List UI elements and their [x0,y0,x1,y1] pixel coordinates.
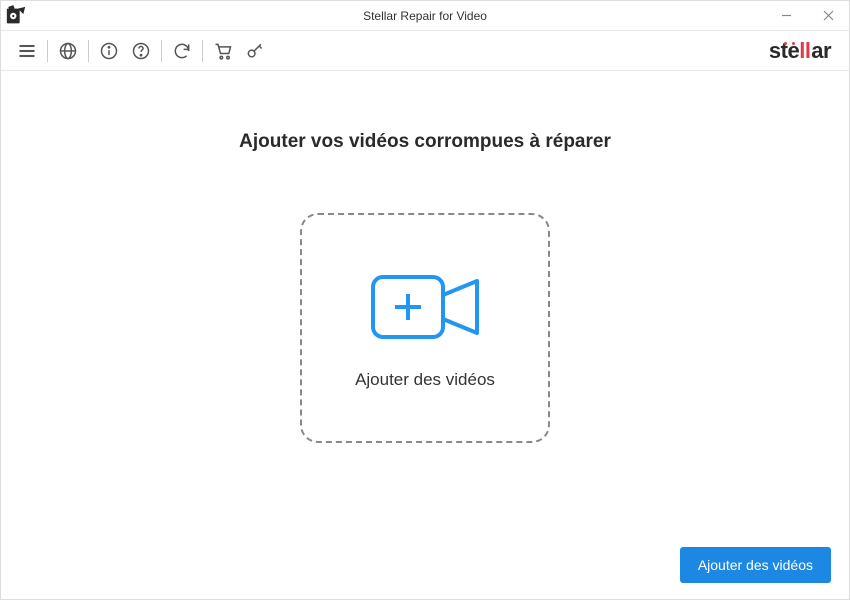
divider [88,40,89,62]
menu-icon[interactable] [11,31,43,71]
divider [161,40,162,62]
info-icon[interactable] [93,31,125,71]
key-icon[interactable] [239,31,271,71]
window-controls [765,1,849,30]
window-title: Stellar Repair for Video [363,9,487,23]
page-heading: Ajouter vos vidéos corrompues à réparer [239,131,611,153]
add-video-dropzone[interactable]: Ajouter des vidéos [300,213,550,443]
app-icon [1,1,31,31]
brand-text-2: ll [799,38,810,63]
globe-icon[interactable] [52,31,84,71]
close-button[interactable] [807,1,849,30]
help-icon[interactable] [125,31,157,71]
video-camera-plus-icon [365,267,485,352]
brand-text-3: ar [811,38,831,63]
brand-logo: stellar [769,38,839,64]
minimize-button[interactable] [765,1,807,30]
divider [47,40,48,62]
cart-icon[interactable] [207,31,239,71]
dropzone-label: Ajouter des vidéos [355,370,495,390]
divider [202,40,203,62]
add-videos-button[interactable]: Ajouter des vidéos [680,547,831,583]
refresh-icon[interactable] [166,31,198,71]
toolbar: stellar [1,31,849,71]
titlebar: Stellar Repair for Video [1,1,849,31]
main-content: Ajouter vos vidéos corrompues à réparer … [1,71,849,601]
